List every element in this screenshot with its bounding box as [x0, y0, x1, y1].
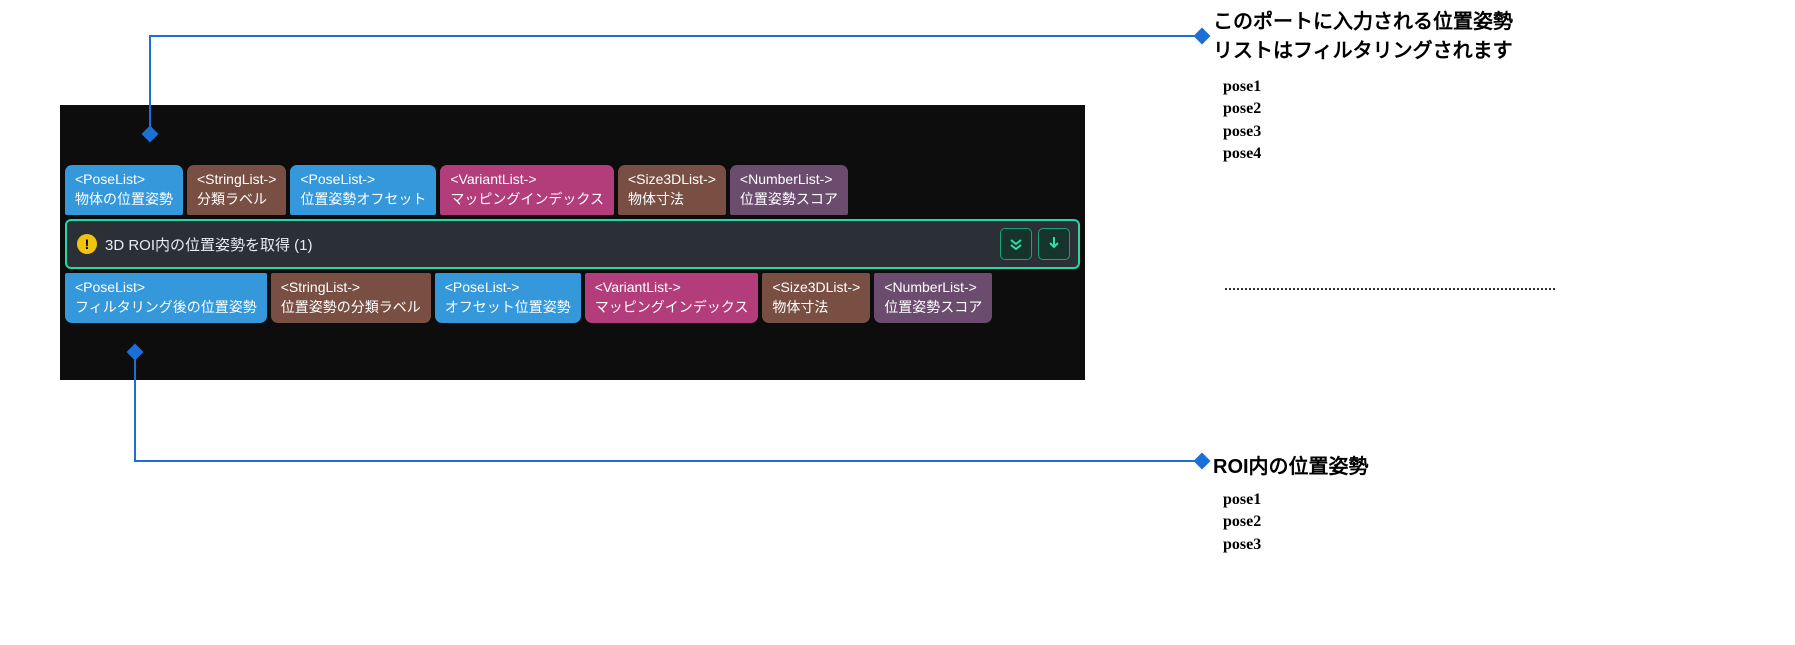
port-out-numberlist[interactable]: <NumberList->位置姿勢スコア	[874, 273, 992, 323]
port-out-size3d[interactable]: <Size3DList->物体寸法	[762, 273, 870, 323]
annotation-output-poses: pose1 pose2 pose3	[1223, 489, 1783, 556]
input-ports-row: <PoseList>物体の位置姿勢 <StringList->分類ラベル <Po…	[60, 105, 1085, 215]
annotation-input-title: このポートに入力される位置姿勢 リストはフィルタリングされます	[1213, 8, 1783, 66]
separator-line	[1225, 288, 1555, 290]
port-out-stringlist[interactable]: <StringList->位置姿勢の分類ラベル	[271, 273, 431, 323]
expand-all-button[interactable]	[1000, 228, 1032, 260]
warning-icon: !	[77, 234, 97, 254]
list-item: pose1	[1223, 76, 1783, 98]
node-title-bar[interactable]: ! 3D ROI内の位置姿勢を取得 (1)	[65, 219, 1080, 269]
port-in-numberlist[interactable]: <NumberList->位置姿勢スコア	[730, 165, 848, 215]
port-in-stringlist[interactable]: <StringList->分類ラベル	[187, 165, 286, 215]
port-out-poseoffset[interactable]: <PoseList->オフセット位置姿勢	[435, 273, 581, 323]
port-out-filtered[interactable]: <PoseList>フィルタリング後の位置姿勢	[65, 273, 267, 323]
annotation-input: このポートに入力される位置姿勢 リストはフィルタリングされます pose1 po…	[1213, 8, 1783, 166]
node-title: 3D ROI内の位置姿勢を取得 (1)	[105, 234, 313, 255]
output-ports-row: <PoseList>フィルタリング後の位置姿勢 <StringList->位置姿…	[60, 273, 1085, 323]
list-item: pose3	[1223, 534, 1783, 556]
list-item: pose4	[1223, 143, 1783, 165]
execute-button[interactable]	[1038, 228, 1070, 260]
annotation-output-title: ROI内の位置姿勢	[1213, 450, 1783, 479]
port-in-poselist[interactable]: <PoseList>物体の位置姿勢	[65, 165, 183, 215]
port-in-variantlist[interactable]: <VariantList->マッピングインデックス	[440, 165, 614, 215]
port-in-size3d[interactable]: <Size3DList->物体寸法	[618, 165, 726, 215]
list-item: pose2	[1223, 98, 1783, 120]
annotation-output: ROI内の位置姿勢 pose1 pose2 pose3	[1213, 450, 1783, 556]
list-item: pose3	[1223, 121, 1783, 143]
annotation-input-poses: pose1 pose2 pose3 pose4	[1223, 76, 1783, 166]
list-item: pose1	[1223, 489, 1783, 511]
diamond-icon	[1194, 28, 1211, 45]
port-in-poseoffset[interactable]: <PoseList->位置姿勢オフセット	[290, 165, 436, 215]
list-item: pose2	[1223, 511, 1783, 533]
diamond-icon	[1194, 453, 1211, 470]
node-panel: <PoseList>物体の位置姿勢 <StringList->分類ラベル <Po…	[60, 105, 1085, 380]
port-out-variantlist[interactable]: <VariantList->マッピングインデックス	[585, 273, 759, 323]
